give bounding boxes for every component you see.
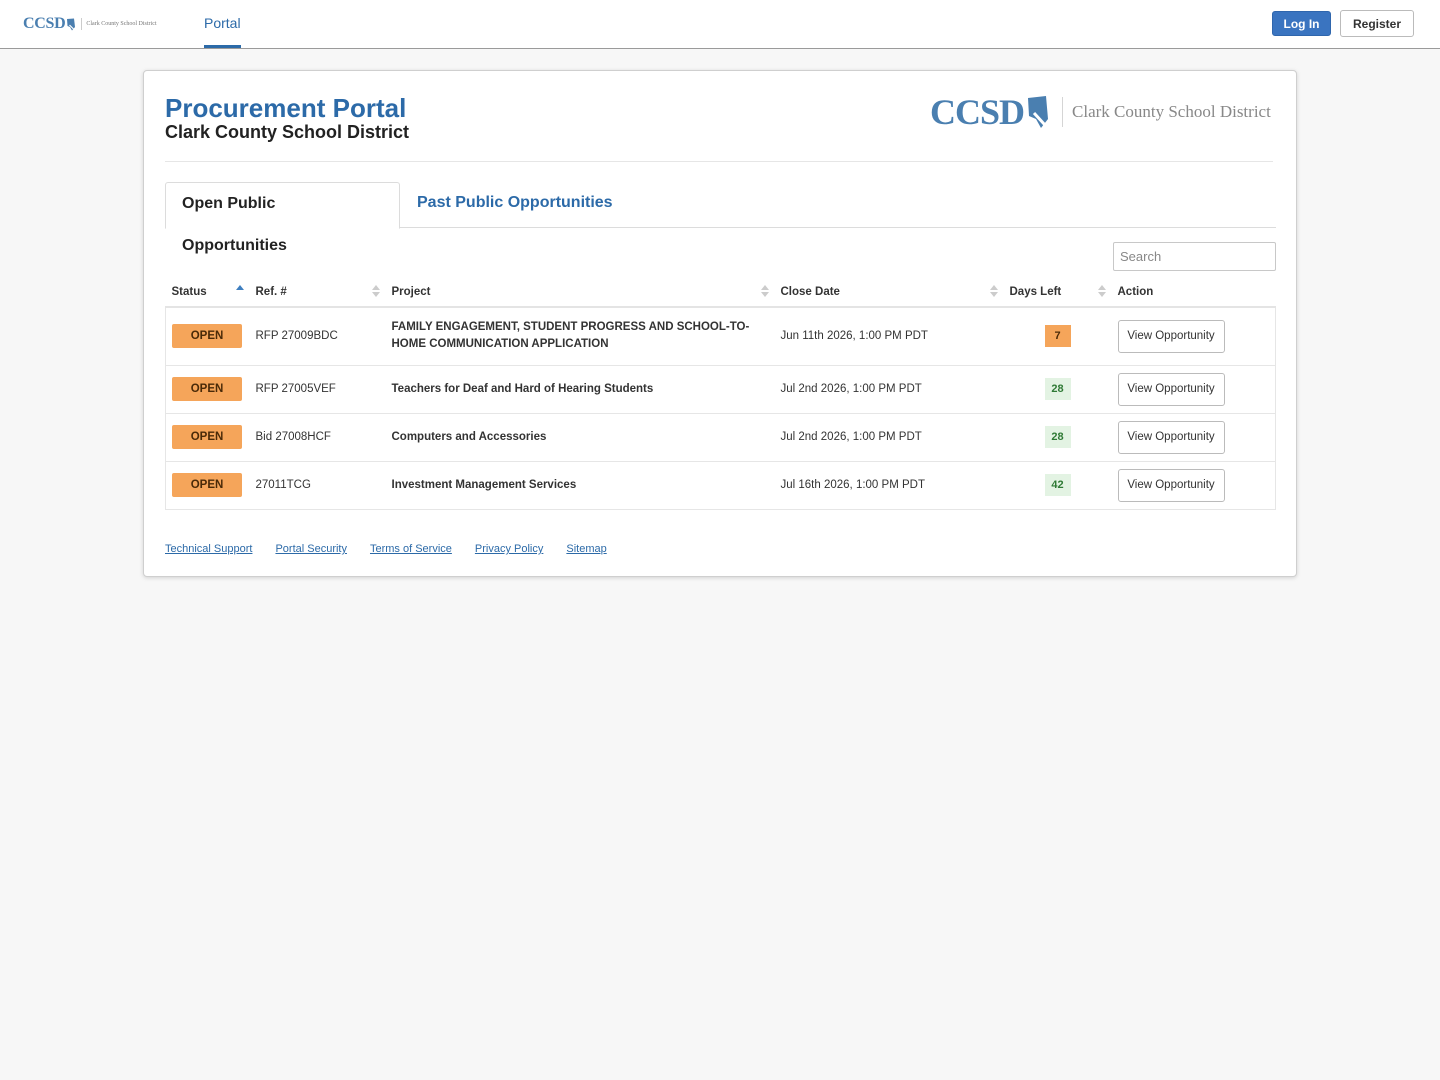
top-navbar: CCSD Clark County School District Portal… (0, 0, 1440, 49)
nav-logo-name: Clark County School District (86, 21, 157, 27)
sort-icon (1097, 285, 1106, 299)
footer-link-portal-security[interactable]: Portal Security (275, 543, 347, 555)
project-cell: Computers and Accessories (385, 413, 775, 462)
register-button[interactable]: Register (1340, 10, 1414, 37)
days-left-badge: 28 (1044, 426, 1071, 448)
view-opportunity-button[interactable]: View Opportunity (1117, 372, 1225, 406)
header-divider (165, 161, 1273, 162)
days-left-badge: 7 (1044, 325, 1071, 348)
view-opportunity-button[interactable]: View Opportunity (1117, 319, 1225, 353)
district-logo-mark: CCSD (930, 92, 1025, 132)
search-input[interactable] (1113, 242, 1276, 271)
column-label: Action (1117, 285, 1154, 298)
tab-open-opportunities[interactable]: Open Public Opportunities (165, 182, 400, 254)
project-cell: Teachers for Deaf and Hard of Hearing St… (385, 365, 775, 414)
ref-cell: RFP 27005VEF (249, 365, 386, 414)
project-cell: FAMILY ENGAGEMENT, STUDENT PROGRESS AND … (385, 307, 775, 366)
ref-cell: RFP 27009BDC (249, 307, 386, 366)
close-date-cell: Jul 2nd 2026, 1:00 PM PDT (774, 413, 1004, 462)
shield-logo-icon (1028, 96, 1049, 128)
status-cell: OPEN (165, 461, 250, 510)
opportunities-table: Status Ref. # Project Close Date Days Le… (165, 277, 1276, 510)
status-cell: OPEN (165, 365, 250, 414)
district-logo-divider (1062, 97, 1064, 127)
column-label: Project (391, 285, 431, 298)
close-date-cell: Jul 16th 2026, 1:00 PM PDT (774, 461, 1004, 510)
status-badge: OPEN (172, 377, 242, 401)
table-header-row: Status Ref. # Project Close Date Days Le… (165, 277, 1276, 308)
days-left-cell: 7 (1003, 307, 1112, 366)
sort-asc-icon (235, 285, 244, 299)
days-left-badge: 28 (1044, 378, 1071, 400)
column-header-action: Action (1111, 277, 1276, 308)
ref-cell: Bid 27008HCF (249, 413, 386, 462)
footer-links: Technical Support Portal Security Terms … (165, 543, 607, 555)
sort-icon (989, 285, 998, 299)
nav-logo[interactable]: CCSD Clark County School District (23, 15, 157, 33)
footer-link-privacy-policy[interactable]: Privacy Policy (475, 543, 543, 555)
column-header-project[interactable]: Project (385, 277, 775, 308)
action-cell: View Opportunity (1111, 365, 1276, 414)
status-badge: OPEN (172, 473, 242, 497)
days-left-cell: 42 (1003, 461, 1112, 510)
action-cell: View Opportunity (1111, 307, 1276, 366)
district-logo: CCSD Clark County School District (930, 91, 1271, 133)
status-badge: OPEN (172, 425, 242, 449)
column-header-ref[interactable]: Ref. # (249, 277, 386, 308)
footer-link-technical-support[interactable]: Technical Support (165, 543, 252, 555)
column-label: Ref. # (255, 285, 287, 298)
ref-cell: 27011TCG (249, 461, 386, 510)
days-left-cell: 28 (1003, 365, 1112, 414)
login-button[interactable]: Log In (1272, 11, 1331, 36)
nav-logo-mark: CCSD (23, 15, 66, 32)
column-header-status[interactable]: Status (165, 277, 250, 308)
tab-past-opportunities[interactable]: Past Public Opportunities (401, 182, 629, 228)
page-title: Procurement Portal (165, 93, 407, 123)
table-row: OPEN RFP 27005VEF Teachers for Deaf and … (165, 365, 1276, 414)
view-opportunity-button[interactable]: View Opportunity (1117, 468, 1225, 502)
view-opportunity-button[interactable]: View Opportunity (1117, 420, 1225, 454)
status-cell: OPEN (165, 413, 250, 462)
footer-link-sitemap[interactable]: Sitemap (566, 543, 606, 555)
action-cell: View Opportunity (1111, 461, 1276, 510)
table-row: OPEN RFP 27009BDC FAMILY ENGAGEMENT, STU… (165, 307, 1276, 366)
close-date-cell: Jun 11th 2026, 1:00 PM PDT (774, 307, 1004, 366)
sort-icon (760, 285, 769, 299)
table-row: OPEN 27011TCG Investment Management Serv… (165, 461, 1276, 510)
column-label: Days Left (1009, 285, 1062, 298)
nav-logo-divider (81, 18, 83, 30)
column-header-days-left[interactable]: Days Left (1003, 277, 1112, 308)
district-logo-name: Clark County School District (1072, 102, 1271, 121)
status-cell: OPEN (165, 307, 250, 366)
opportunity-tabs: Open Public Opportunities Past Public Op… (165, 182, 1276, 254)
procurement-card: Procurement Portal Clark County School D… (143, 70, 1297, 577)
column-label: Close Date (780, 285, 840, 298)
footer-link-terms-of-service[interactable]: Terms of Service (370, 543, 452, 555)
page-subtitle: Clark County School District (165, 122, 410, 142)
days-left-cell: 28 (1003, 413, 1112, 462)
project-cell: Investment Management Services (385, 461, 775, 510)
action-cell: View Opportunity (1111, 413, 1276, 462)
days-left-badge: 42 (1044, 474, 1071, 496)
column-label: Status (171, 285, 207, 298)
sort-icon (371, 285, 380, 299)
nav-portal-link[interactable]: Portal (204, 0, 241, 48)
status-badge: OPEN (172, 324, 242, 349)
close-date-cell: Jul 2nd 2026, 1:00 PM PDT (774, 365, 1004, 414)
table-row: OPEN Bid 27008HCF Computers and Accessor… (165, 413, 1276, 462)
column-header-close-date[interactable]: Close Date (774, 277, 1004, 308)
shield-logo-icon (67, 18, 76, 30)
